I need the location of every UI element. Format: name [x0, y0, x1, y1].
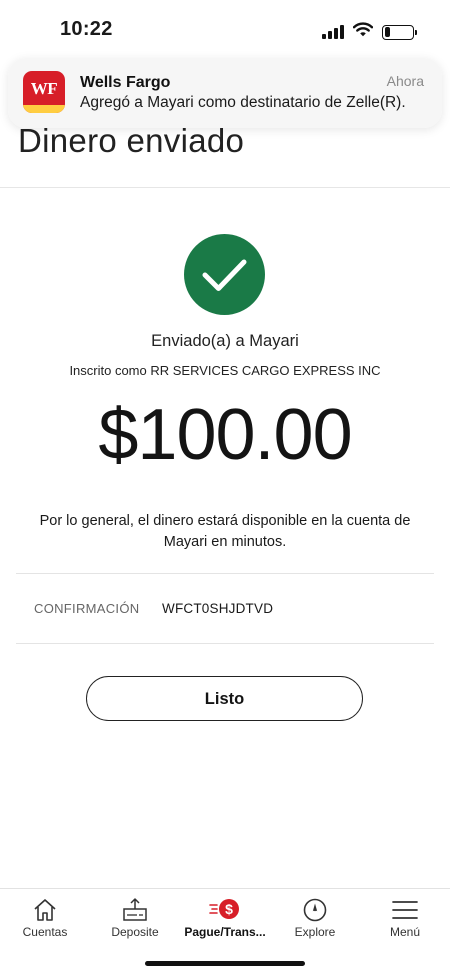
divider [16, 643, 434, 644]
status-icons [322, 22, 417, 42]
registered-as-text: Inscrito como RR SERVICES CARGO EXPRESS … [69, 363, 381, 378]
nav-label: Explore [294, 925, 336, 939]
nav-label: Deposite [111, 925, 159, 939]
notification-app-name: Wells Fargo [80, 74, 171, 91]
home-indicator [145, 961, 305, 966]
nav-item-pague-trans[interactable]: $ Pague/Trans... [180, 889, 270, 951]
pay-transfer-icon: $ [180, 896, 270, 924]
checkmark-circle-icon [184, 234, 265, 315]
notification-message: Agregó a Mayari como destinatario de Zel… [80, 94, 406, 111]
availability-note: Por lo general, el dinero estará disponi… [39, 513, 411, 550]
wells-fargo-logo-icon: WF [23, 71, 65, 113]
done-button[interactable]: Listo [86, 676, 363, 721]
nav-label: Pague/Trans... [184, 925, 266, 939]
deposit-check-icon [90, 896, 180, 924]
battery-icon [382, 24, 417, 40]
wifi-icon [352, 22, 374, 42]
divider [16, 573, 434, 574]
nav-label: Cuentas [22, 925, 68, 939]
notification-time: Ahora [386, 73, 424, 89]
status-bar: 10:22 [0, 0, 450, 60]
nav-item-explore[interactable]: Explore [270, 889, 360, 951]
sent-to-text: Enviado(a) a Mayari [151, 332, 299, 350]
logo-text: WF [30, 79, 58, 98]
signal-icon [322, 25, 344, 39]
nav-item-deposite[interactable]: Deposite [90, 889, 180, 951]
confirmation-code: WFCT0SHJDTVD [162, 601, 274, 616]
nav-item-cuentas[interactable]: Cuentas [0, 889, 90, 951]
nav-label: Menú [389, 925, 421, 939]
hamburger-menu-icon [360, 896, 450, 924]
home-icon [0, 896, 90, 924]
svg-text:$: $ [225, 901, 233, 917]
confirmation-label: CONFIRMACIÓN [34, 601, 140, 616]
push-notification[interactable]: WF Wells Fargo Ahora Agregó a Mayari com… [8, 58, 442, 128]
nav-item-menu[interactable]: Menú [360, 889, 450, 951]
amount-sent: $100.00 [98, 395, 352, 475]
compass-icon [270, 896, 360, 924]
status-time: 10:22 [60, 18, 113, 40]
